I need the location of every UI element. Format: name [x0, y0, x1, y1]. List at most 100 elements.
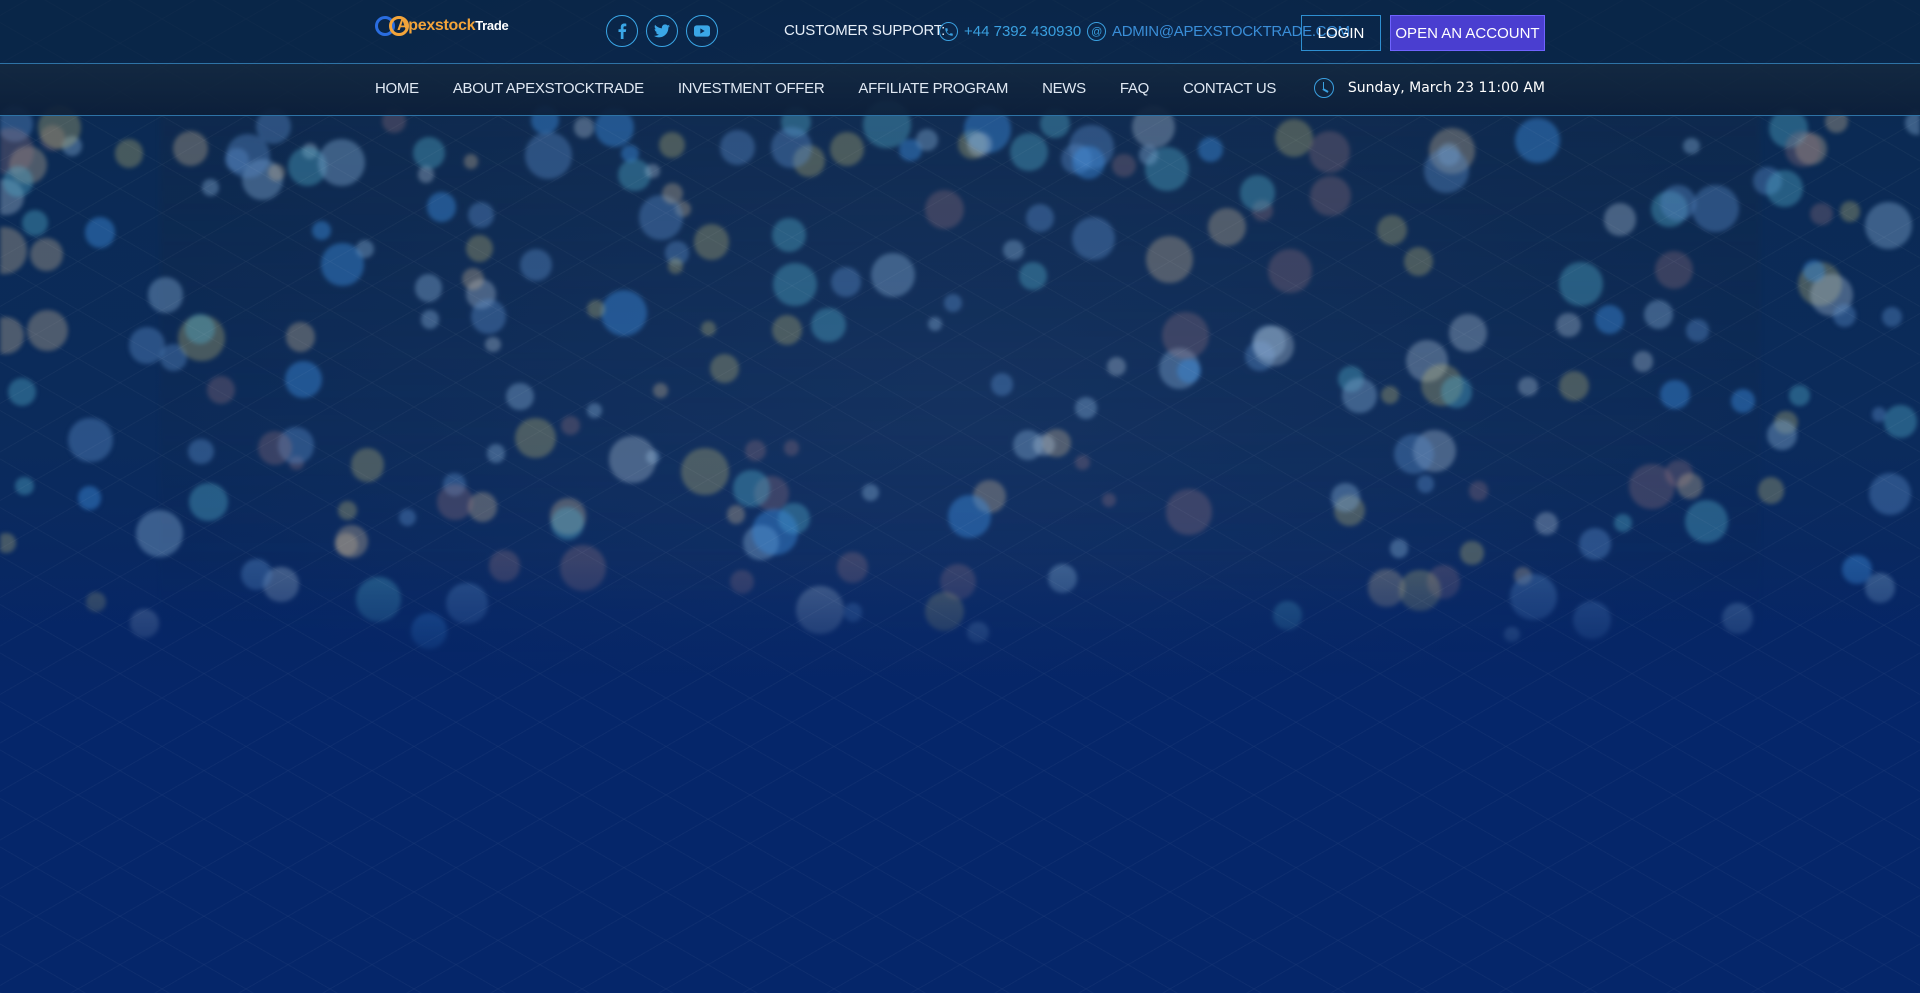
bokeh-light — [990, 373, 1014, 396]
twitter-icon[interactable] — [646, 15, 678, 47]
bokeh-light — [1018, 261, 1047, 290]
bokeh-light — [659, 131, 686, 158]
bokeh-light — [667, 258, 684, 274]
bokeh-light — [1578, 527, 1612, 560]
bokeh-light — [1101, 492, 1116, 508]
bokeh-light — [334, 532, 358, 556]
bokeh-light — [524, 132, 572, 180]
bokeh-light — [1138, 145, 1159, 165]
bokeh-light — [709, 353, 739, 383]
bokeh-light — [1393, 433, 1435, 474]
bokeh-light — [1515, 118, 1560, 164]
bokeh-light — [267, 163, 285, 181]
bokeh-light — [148, 277, 184, 313]
bokeh-light — [188, 482, 228, 522]
bokeh-light — [773, 262, 817, 307]
bokeh-light — [26, 309, 68, 351]
bokeh-light — [463, 154, 479, 169]
social-links — [606, 15, 718, 47]
bokeh-light — [1449, 313, 1488, 352]
bokeh-light — [1603, 203, 1636, 236]
bokeh-light — [1106, 357, 1126, 377]
bokeh-light — [1423, 148, 1469, 193]
bokeh-light — [1239, 174, 1276, 211]
bokeh-light — [1691, 185, 1739, 233]
bokeh-light — [1342, 378, 1377, 413]
bokeh-light — [29, 237, 63, 271]
bokeh-light — [1686, 319, 1709, 342]
bokeh-light — [417, 166, 435, 183]
bokeh-light — [1803, 259, 1825, 282]
nav-item-affiliate-program[interactable]: AFFILIATE PROGRAM — [858, 80, 1008, 97]
nav-item-home[interactable]: HOME — [375, 80, 419, 97]
bokeh-light — [22, 209, 48, 236]
open-account-button[interactable]: OPEN AN ACCOUNT — [1390, 15, 1545, 51]
bokeh-light — [829, 131, 864, 166]
bokeh-light — [350, 448, 385, 482]
bokeh-light — [173, 130, 209, 166]
nav-item-investment-offer[interactable]: INVESTMENT OFFER — [678, 80, 825, 97]
bokeh-light — [1440, 376, 1473, 408]
support-phone-link[interactable]: +44 7392 430930 — [939, 22, 1081, 41]
bokeh-light — [653, 382, 669, 398]
bokeh-light — [1389, 539, 1408, 558]
bokeh-light — [1162, 312, 1210, 359]
logo-text-secondary: Trade — [475, 18, 509, 33]
bokeh-light — [519, 248, 552, 282]
page: ApexstockTrade CUSTOMER SUPPORT: +44 739… — [0, 0, 1920, 993]
bokeh-light — [771, 218, 806, 253]
bokeh-light — [461, 267, 484, 290]
bokeh-light — [0, 227, 27, 274]
bokeh-light — [1869, 473, 1912, 516]
bokeh-light — [1882, 307, 1903, 328]
bokeh-light — [15, 476, 34, 496]
bokeh-light — [1146, 235, 1193, 283]
bokeh-light — [1810, 202, 1833, 225]
bokeh-light — [68, 418, 113, 463]
bokeh-light — [1112, 154, 1136, 178]
login-button[interactable]: LOGIN — [1301, 15, 1381, 51]
bokeh-light — [1767, 420, 1797, 450]
bokeh-light — [573, 117, 594, 138]
bokeh-light — [1075, 397, 1097, 419]
bokeh-light — [1032, 434, 1055, 457]
bokeh-light — [355, 240, 374, 259]
bokeh-light — [1166, 489, 1212, 535]
bokeh-light — [8, 377, 37, 407]
bokeh-light — [681, 447, 729, 495]
top-bar: ApexstockTrade CUSTOMER SUPPORT: +44 739… — [0, 0, 1920, 64]
nav-item-contact-us[interactable]: CONTACT US — [1183, 80, 1276, 97]
bokeh-light — [1177, 358, 1202, 383]
bokeh-light — [1274, 118, 1313, 157]
bokeh-light — [486, 444, 506, 463]
bokeh-light — [1310, 175, 1351, 217]
bokeh-light — [1765, 169, 1803, 207]
bokeh-light — [1788, 385, 1810, 407]
bokeh-light — [1832, 303, 1856, 327]
youtube-icon[interactable] — [686, 15, 718, 47]
bokeh-light — [114, 139, 144, 169]
bokeh-light — [465, 234, 493, 262]
nav-item-faq[interactable]: FAQ — [1120, 80, 1149, 97]
site-logo[interactable]: ApexstockTrade — [375, 12, 509, 40]
bokeh-light — [1417, 475, 1435, 493]
nav-item-news[interactable]: NEWS — [1042, 80, 1086, 97]
bokeh-light — [188, 438, 214, 465]
bokeh-light — [1534, 511, 1558, 536]
bokeh-light — [420, 310, 440, 329]
bokeh-light — [1468, 481, 1489, 501]
bokeh-light — [1660, 379, 1690, 410]
bokeh-light — [1309, 131, 1351, 173]
bokeh-light — [1559, 262, 1603, 306]
bokeh-light — [733, 470, 770, 507]
bokeh-light — [317, 139, 365, 187]
nav-item-about[interactable]: ABOUT APEXSTOCKTRADE — [453, 80, 644, 97]
support-phone-number: +44 7392 430930 — [964, 23, 1082, 40]
bokeh-light — [693, 224, 730, 260]
phone-icon — [939, 22, 958, 41]
bokeh-light — [609, 436, 656, 483]
bokeh-light — [506, 382, 534, 411]
bokeh-light — [184, 313, 216, 344]
clock-icon — [1313, 78, 1334, 98]
facebook-icon[interactable] — [606, 15, 638, 47]
